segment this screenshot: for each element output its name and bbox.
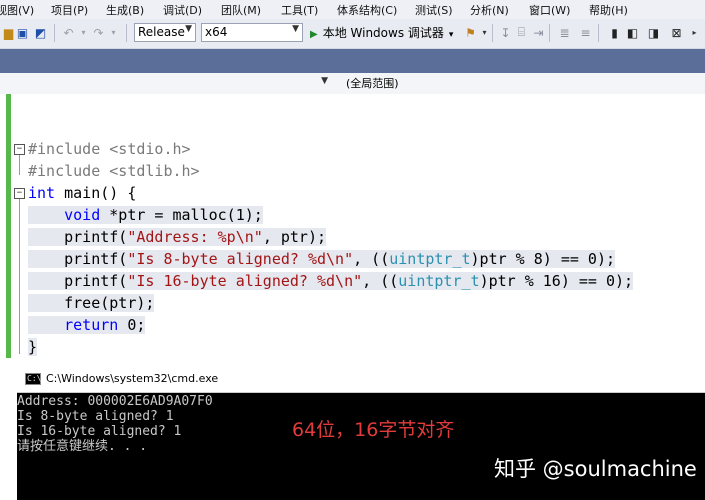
toolbar-separator — [54, 24, 55, 42]
chevron-down-icon: ▼ — [292, 24, 299, 34]
menu-help[interactable]: 帮助(H) — [589, 2, 628, 18]
code-line-8: free(ptr); — [28, 292, 155, 314]
uncomment-icon[interactable]: ≡ — [577, 24, 594, 41]
configuration-value: Release — [138, 25, 185, 39]
comment-icon[interactable]: ≣ — [556, 24, 573, 41]
format-icon[interactable]: ⌸ — [513, 24, 530, 41]
terminal-icon: C:\ — [25, 373, 42, 385]
collapse-icon[interactable]: − — [14, 144, 25, 155]
configuration-select[interactable]: Release ▼ — [134, 23, 196, 42]
scope-dropdown[interactable]: (全局范围) — [340, 75, 705, 92]
menu-build[interactable]: 生成(B) — [106, 2, 144, 18]
console-line: Is 16-byte aligned? 1 — [17, 424, 182, 439]
code-line-9: return 0; — [28, 314, 146, 336]
code-line-5: printf("Address: %p\n", ptr); — [28, 226, 327, 248]
console-title: C:\Windows\system32\cmd.exe — [46, 372, 219, 385]
fold-guide — [19, 155, 20, 175]
menu-debug[interactable]: 调试(D) — [163, 2, 202, 18]
code-line-2: #include <stdlib.h> — [28, 162, 200, 180]
watermark: 知乎 @soulmachine — [494, 457, 697, 481]
console-line: Address: 000002E6AD9A07F0 — [17, 394, 213, 409]
code-line-3: int main() { — [28, 184, 137, 202]
find-dropdown-icon[interactable]: ▾ — [476, 24, 493, 41]
menu-architecture[interactable]: 体系结构(C) — [337, 2, 397, 18]
chevron-down-icon: ▾ — [448, 30, 454, 40]
step-icon[interactable]: ↧ — [497, 24, 514, 41]
console-title-bar[interactable]: C:\ C:\Windows\system32\cmd.exe — [17, 366, 705, 393]
toolbar-separator — [492, 24, 493, 42]
code-line-1: #include <stdio.h> — [28, 140, 191, 158]
bookmark-icon[interactable]: ▮ — [606, 24, 623, 41]
indent-icon[interactable]: ⇥ — [530, 24, 547, 41]
toolbar-overflow-icon[interactable]: ▸ — [686, 24, 703, 41]
code-line-10: } — [28, 338, 38, 356]
chevron-down-icon: ▼ — [321, 76, 328, 86]
chevron-down-icon: ▼ — [185, 24, 192, 34]
collapse-icon[interactable]: − — [14, 188, 25, 199]
code-line-6: printf("Is 8-byte aligned? %d\n", ((uint… — [28, 248, 616, 270]
clear-bookmarks-icon[interactable]: ⊠ — [668, 24, 685, 41]
console-line: Is 8-byte aligned? 1 — [17, 409, 174, 424]
save-all-icon[interactable]: ◩ — [32, 24, 49, 41]
redo-dropdown-icon[interactable]: ▾ — [105, 24, 122, 41]
toolbar-separator — [598, 24, 599, 42]
next-bookmark-icon[interactable]: ◨ — [645, 24, 662, 41]
change-indicator-bar — [6, 94, 11, 358]
menu-tools[interactable]: 工具(T) — [281, 2, 318, 18]
menu-view[interactable]: 视图(V) — [0, 2, 34, 18]
start-debugging-button[interactable]: ▶ 本地 Windows 调试器 ▾ — [310, 24, 453, 43]
fold-guide — [19, 199, 20, 354]
toolbar-separator — [549, 24, 550, 42]
navigation-bar: ▼ (全局范围) — [0, 73, 705, 95]
menu-window[interactable]: 窗口(W) — [529, 2, 570, 18]
platform-select[interactable]: x64 ▼ — [201, 23, 303, 42]
console-line: 请按任意键继续. . . — [17, 439, 148, 454]
menu-analyze[interactable]: 分析(N) — [470, 2, 509, 18]
platform-value: x64 — [205, 25, 228, 39]
save-icon[interactable]: ▣ — [14, 24, 31, 41]
menu-team[interactable]: 团队(M) — [221, 2, 261, 18]
scope-value: (全局范围) — [346, 77, 399, 90]
toolbar-separator — [126, 24, 127, 42]
annotation-text: 64位，16字节对齐 — [292, 419, 455, 441]
prev-bookmark-icon[interactable]: ◧ — [624, 24, 641, 41]
menu-bar: 视图(V) 项目(P) 生成(B) 调试(D) 团队(M) 工具(T) 体系结构… — [0, 0, 705, 19]
run-label: 本地 Windows 调试器 — [322, 26, 444, 40]
play-icon: ▶ — [310, 29, 318, 40]
console-window[interactable]: C:\ C:\Windows\system32\cmd.exe Address:… — [17, 366, 705, 500]
document-tab-strip — [0, 49, 705, 73]
code-line-7: printf("Is 16-byte aligned? %d\n", ((uin… — [28, 270, 634, 292]
project-dropdown[interactable]: ▼ — [0, 75, 332, 92]
code-line-4: void *ptr = malloc(1); — [28, 204, 263, 226]
menu-test[interactable]: 测试(S) — [415, 2, 453, 18]
menu-project[interactable]: 项目(P) — [51, 2, 88, 18]
code-editor[interactable]: − − #include <stdio.h> #include <stdlib.… — [0, 94, 705, 364]
